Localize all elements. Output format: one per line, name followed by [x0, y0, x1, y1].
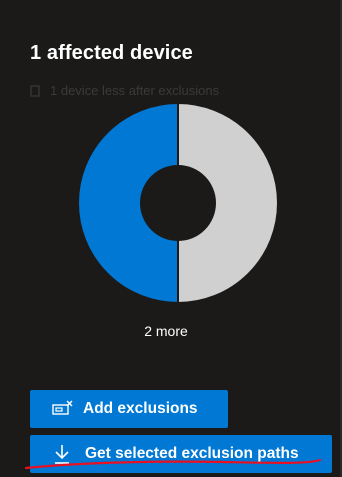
card-subtitle: 1 device less after exclusions	[50, 83, 220, 98]
add-exclusions-icon	[52, 400, 74, 418]
info-icon	[30, 84, 40, 97]
subtitle-row: 1 device less after exclusions	[30, 83, 219, 98]
card-title: 1 affected device	[30, 42, 193, 64]
affected-devices-panel: 1 affected device 1 device less after ex…	[0, 0, 342, 477]
more-caption[interactable]: 2 more	[0, 323, 332, 339]
donut-chart	[77, 101, 279, 305]
add-exclusions-button[interactable]: Add exclusions	[30, 390, 228, 428]
red-annotation-underline	[24, 458, 322, 470]
add-exclusions-label: Add exclusions	[83, 400, 198, 417]
donut-hole	[140, 165, 216, 241]
